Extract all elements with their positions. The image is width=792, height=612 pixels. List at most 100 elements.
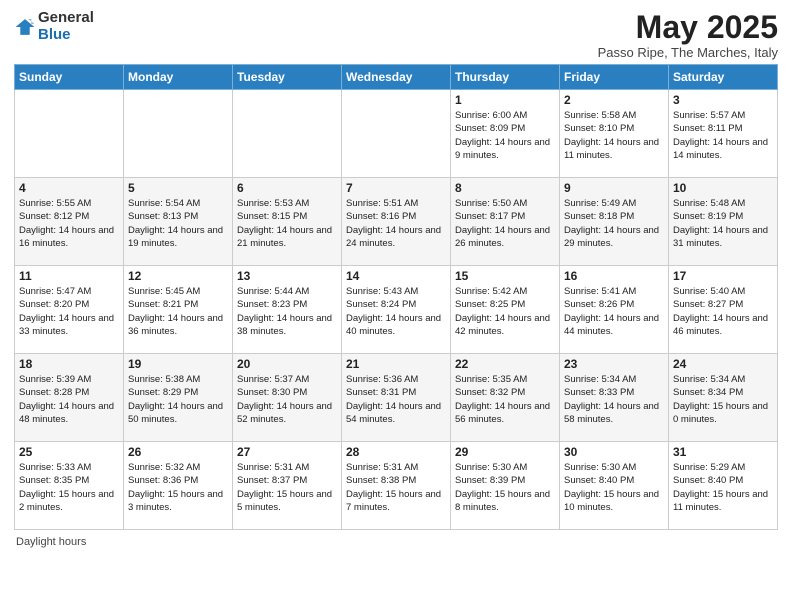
- day-number: 3: [673, 93, 773, 107]
- day-info: Sunrise: 5:36 AM Sunset: 8:31 PM Dayligh…: [346, 373, 446, 426]
- day-info: Sunrise: 5:58 AM Sunset: 8:10 PM Dayligh…: [564, 109, 664, 162]
- calendar-cell: 5Sunrise: 5:54 AM Sunset: 8:13 PM Daylig…: [124, 178, 233, 266]
- calendar-week-3: 11 Sunrise: 5:47 AM Sunset: 8:20 PM Dayli…: [15, 266, 778, 354]
- day-number: 25: [19, 445, 119, 459]
- calendar-cell: 12 Sunrise: 5:45 AM Sunset: 8:21 PM Dayli…: [124, 266, 233, 354]
- calendar-cell: 15 Sunrise: 5:42 AM Sunset: 8:25 PM Dayli…: [451, 266, 560, 354]
- day-info: Sunrise: 5:39 AM Sunset: 8:28 PM Dayligh…: [19, 373, 119, 426]
- day-info: Sunrise: 5:35 AM Sunset: 8:32 PM Dayligh…: [455, 373, 555, 426]
- calendar-cell: [342, 90, 451, 178]
- day-number: 10: [673, 181, 773, 195]
- calendar-header-wednesday: Wednesday: [342, 65, 451, 90]
- day-number: 14: [346, 269, 446, 283]
- day-info: Sunrise: 5:34 AM Sunset: 8:34 PM Dayligh…: [673, 373, 773, 426]
- calendar-cell: 1 Sunrise: 6:00 AM Sunset: 8:09 PM Daylig…: [451, 90, 560, 178]
- calendar-cell: [124, 90, 233, 178]
- calendar-cell: 18 Sunrise: 5:39 AM Sunset: 8:28 PM Dayli…: [15, 354, 124, 442]
- day-info: Sunrise: 5:38 AM Sunset: 8:29 PM Dayligh…: [128, 373, 228, 426]
- day-number: 30: [564, 445, 664, 459]
- calendar-table: SundayMondayTuesdayWednesdayThursdayFrid…: [14, 64, 778, 530]
- day-info: Sunrise: 6:00 AM Sunset: 8:09 PM Dayligh…: [455, 109, 555, 162]
- footer-note: Daylight hours: [14, 536, 778, 548]
- calendar-header-friday: Friday: [560, 65, 669, 90]
- day-number: 16: [564, 269, 664, 283]
- calendar-cell: 29 Sunrise: 5:30 AM Sunset: 8:39 PM Dayli…: [451, 442, 560, 530]
- calendar-cell: 9 Sunrise: 5:49 AM Sunset: 8:18 PM Daylig…: [560, 178, 669, 266]
- location-subtitle: Passo Ripe, The Marches, Italy: [598, 45, 778, 60]
- calendar-header-sunday: Sunday: [15, 65, 124, 90]
- calendar-cell: 17 Sunrise: 5:40 AM Sunset: 8:27 PM Dayli…: [669, 266, 778, 354]
- calendar-cell: 27Sunrise: 5:31 AM Sunset: 8:37 PM Dayli…: [233, 442, 342, 530]
- calendar-cell: 3Sunrise: 5:57 AM Sunset: 8:11 PM Daylig…: [669, 90, 778, 178]
- day-info: Sunrise: 5:32 AM Sunset: 8:36 PM Dayligh…: [128, 461, 228, 514]
- day-number: 31: [673, 445, 773, 459]
- day-number: 7: [346, 181, 446, 195]
- day-number: 23: [564, 357, 664, 371]
- day-number: 15: [455, 269, 555, 283]
- day-number: 19: [128, 357, 228, 371]
- day-number: 11: [19, 269, 119, 283]
- day-info: Sunrise: 5:49 AM Sunset: 8:18 PM Dayligh…: [564, 197, 664, 250]
- calendar-cell: 25Sunrise: 5:33 AM Sunset: 8:35 PM Dayli…: [15, 442, 124, 530]
- logo-blue-text: Blue: [38, 26, 71, 43]
- day-info: Sunrise: 5:42 AM Sunset: 8:25 PM Dayligh…: [455, 285, 555, 338]
- calendar-cell: 10Sunrise: 5:48 AM Sunset: 8:19 PM Dayli…: [669, 178, 778, 266]
- day-number: 8: [455, 181, 555, 195]
- day-number: 12: [128, 269, 228, 283]
- day-info: Sunrise: 5:55 AM Sunset: 8:12 PM Dayligh…: [19, 197, 119, 250]
- day-info: Sunrise: 5:30 AM Sunset: 8:39 PM Dayligh…: [455, 461, 555, 514]
- day-number: 6: [237, 181, 337, 195]
- day-info: Sunrise: 5:40 AM Sunset: 8:27 PM Dayligh…: [673, 285, 773, 338]
- calendar-cell: 8Sunrise: 5:50 AM Sunset: 8:17 PM Daylig…: [451, 178, 560, 266]
- day-info: Sunrise: 5:47 AM Sunset: 8:20 PM Dayligh…: [19, 285, 119, 338]
- daylight-label: Daylight hours: [16, 536, 86, 548]
- title-block: May 2025 Passo Ripe, The Marches, Italy: [598, 10, 778, 60]
- day-info: Sunrise: 5:51 AM Sunset: 8:16 PM Dayligh…: [346, 197, 446, 250]
- day-number: 1: [455, 93, 555, 107]
- calendar-cell: 2Sunrise: 5:58 AM Sunset: 8:10 PM Daylig…: [560, 90, 669, 178]
- day-number: 26: [128, 445, 228, 459]
- header: General Blue May 2025 Passo Ripe, The Ma…: [14, 10, 778, 60]
- day-number: 9: [564, 181, 664, 195]
- page-container: General Blue May 2025 Passo Ripe, The Ma…: [0, 0, 792, 562]
- calendar-cell: 4 Sunrise: 5:55 AM Sunset: 8:12 PM Daylig…: [15, 178, 124, 266]
- calendar-header-thursday: Thursday: [451, 65, 560, 90]
- day-info: Sunrise: 5:43 AM Sunset: 8:24 PM Dayligh…: [346, 285, 446, 338]
- day-info: Sunrise: 5:37 AM Sunset: 8:30 PM Dayligh…: [237, 373, 337, 426]
- calendar-cell: 14 Sunrise: 5:43 AM Sunset: 8:24 PM Dayli…: [342, 266, 451, 354]
- day-number: 20: [237, 357, 337, 371]
- calendar-week-4: 18 Sunrise: 5:39 AM Sunset: 8:28 PM Dayli…: [15, 354, 778, 442]
- day-number: 24: [673, 357, 773, 371]
- calendar-cell: 19 Sunrise: 5:38 AM Sunset: 8:29 PM Dayli…: [124, 354, 233, 442]
- calendar-cell: 23 Sunrise: 5:34 AM Sunset: 8:33 PM Dayli…: [560, 354, 669, 442]
- calendar-cell: 13Sunrise: 5:44 AM Sunset: 8:23 PM Dayli…: [233, 266, 342, 354]
- day-info: Sunrise: 5:29 AM Sunset: 8:40 PM Dayligh…: [673, 461, 773, 514]
- day-number: 28: [346, 445, 446, 459]
- calendar-cell: [233, 90, 342, 178]
- logo: General Blue: [14, 10, 94, 43]
- day-number: 18: [19, 357, 119, 371]
- calendar-cell: 28Sunrise: 5:31 AM Sunset: 8:38 PM Dayli…: [342, 442, 451, 530]
- logo-icon: [14, 16, 36, 38]
- day-info: Sunrise: 5:30 AM Sunset: 8:40 PM Dayligh…: [564, 461, 664, 514]
- day-number: 13: [237, 269, 337, 283]
- calendar-cell: 11 Sunrise: 5:47 AM Sunset: 8:20 PM Dayli…: [15, 266, 124, 354]
- day-info: Sunrise: 5:53 AM Sunset: 8:15 PM Dayligh…: [237, 197, 337, 250]
- day-number: 27: [237, 445, 337, 459]
- calendar-cell: [15, 90, 124, 178]
- day-number: 5: [128, 181, 228, 195]
- calendar-cell: 24 Sunrise: 5:34 AM Sunset: 8:34 PM Dayli…: [669, 354, 778, 442]
- day-number: 29: [455, 445, 555, 459]
- calendar-week-1: 1 Sunrise: 6:00 AM Sunset: 8:09 PM Daylig…: [15, 90, 778, 178]
- day-number: 17: [673, 269, 773, 283]
- day-info: Sunrise: 5:34 AM Sunset: 8:33 PM Dayligh…: [564, 373, 664, 426]
- day-info: Sunrise: 5:41 AM Sunset: 8:26 PM Dayligh…: [564, 285, 664, 338]
- calendar-header-row: SundayMondayTuesdayWednesdayThursdayFrid…: [15, 65, 778, 90]
- calendar-cell: 22Sunrise: 5:35 AM Sunset: 8:32 PM Dayli…: [451, 354, 560, 442]
- calendar-header-saturday: Saturday: [669, 65, 778, 90]
- day-info: Sunrise: 5:45 AM Sunset: 8:21 PM Dayligh…: [128, 285, 228, 338]
- day-number: 21: [346, 357, 446, 371]
- calendar-header-tuesday: Tuesday: [233, 65, 342, 90]
- day-number: 4: [19, 181, 119, 195]
- calendar-cell: 7 Sunrise: 5:51 AM Sunset: 8:16 PM Daylig…: [342, 178, 451, 266]
